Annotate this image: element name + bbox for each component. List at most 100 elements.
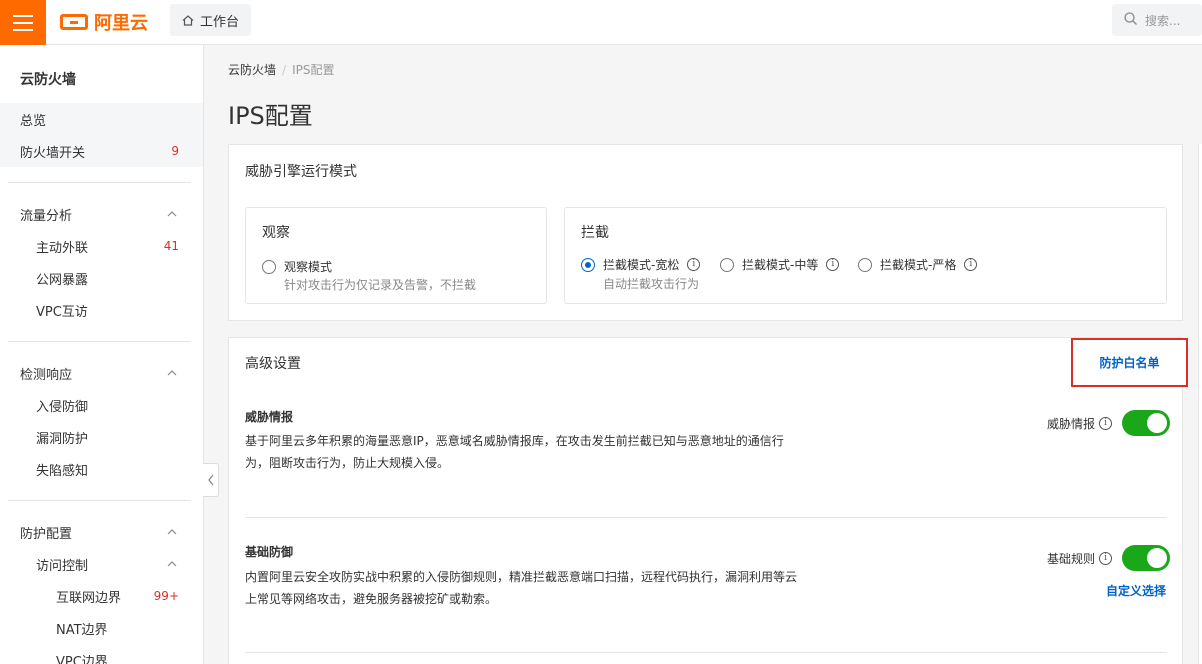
advanced-settings-card: 高级设置 威胁情报 基于阿里云多年积累的海量恶意IP，恶意域名威胁情报库，在攻击… bbox=[228, 337, 1183, 664]
info-icon[interactable]: i bbox=[1099, 416, 1113, 430]
sidebar-item-label: 检测响应 bbox=[20, 367, 73, 383]
engine-mode-title: 威胁引擎运行模式 bbox=[245, 164, 357, 180]
breadcrumb-current: IPS配置 bbox=[292, 63, 335, 77]
chevron-up-icon bbox=[167, 529, 177, 535]
brand-logo[interactable]: 阿里云 bbox=[60, 10, 148, 34]
radio-circle bbox=[720, 257, 734, 272]
divider bbox=[245, 652, 1167, 653]
sidebar-item-label: NAT边界 bbox=[56, 622, 108, 638]
sidebar-item-label: 流量分析 bbox=[20, 208, 73, 224]
workbench-label: 工作台 bbox=[200, 14, 240, 30]
breadcrumb-separator: / bbox=[282, 63, 287, 77]
sidebar-item-vpc-access[interactable]: VPC互访 bbox=[0, 294, 203, 326]
sidebar-item-label: 失陷感知 bbox=[36, 463, 89, 479]
radio-label: 拦截模式-中等 bbox=[742, 258, 819, 272]
sidebar-group-detection[interactable]: 检测响应 bbox=[0, 357, 203, 389]
sidebar-group-access-control[interactable]: 访问控制 bbox=[0, 548, 203, 580]
threat-intel-switch-row: 威胁情报 i bbox=[1047, 410, 1171, 436]
sidebar-group-traffic-analysis[interactable]: 流量分析 bbox=[0, 198, 203, 230]
brand-name: 阿里云 bbox=[94, 13, 148, 34]
breadcrumb-parent[interactable]: 云防火墙 bbox=[228, 63, 276, 77]
sidebar-item-label: 互联网边界 bbox=[56, 590, 122, 606]
sidebar-item-nat-border[interactable]: NAT边界 bbox=[0, 612, 203, 644]
sidebar-item-intrusion-prevention[interactable]: 入侵防御 bbox=[0, 389, 203, 421]
count-badge: 9 bbox=[171, 144, 179, 158]
sidebar-item-label: 总览 bbox=[20, 113, 47, 129]
sidebar-item-label: 防火墙开关 bbox=[20, 145, 86, 161]
info-icon[interactable]: i bbox=[687, 258, 701, 271]
radio-label: 拦截模式-宽松 bbox=[603, 258, 680, 272]
sidebar: 云防火墙 总览 防火墙开关 9 流量分析 主动外联 41 公网暴露 VPC互访 … bbox=[0, 45, 204, 664]
sidebar-item-label: VPC边界 bbox=[56, 654, 108, 664]
basic-defense-switch-row: 基础规则 i bbox=[1047, 545, 1171, 571]
top-bar: 阿里云 工作台 搜索... bbox=[0, 0, 1202, 45]
block-title: 拦截 bbox=[581, 225, 609, 241]
observe-box: 观察 观察模式 针对攻击行为仅记录及告警，不拦截 bbox=[245, 207, 547, 304]
search-input[interactable]: 搜索... bbox=[1112, 4, 1202, 36]
sidebar-item-label: 访问控制 bbox=[36, 558, 89, 574]
right-panel-edge bbox=[1198, 144, 1202, 664]
switch-label: 威胁情报 bbox=[1047, 416, 1096, 431]
observe-mode-radio[interactable]: 观察模式 bbox=[262, 258, 332, 275]
whitelist-label: 防护白名单 bbox=[1099, 356, 1160, 370]
sidebar-item-vpc-border[interactable]: VPC边界 bbox=[0, 644, 203, 664]
chevron-up-icon bbox=[167, 370, 177, 376]
search-placeholder: 搜索... bbox=[1145, 13, 1181, 28]
sidebar-item-compromise-detection[interactable]: 失陷感知 bbox=[0, 453, 203, 485]
sidebar-group-protection-config[interactable]: 防护配置 bbox=[0, 516, 203, 548]
custom-select-link[interactable]: 自定义选择 bbox=[1106, 582, 1166, 599]
chevron-up-icon bbox=[167, 561, 177, 567]
radio-circle bbox=[581, 257, 595, 272]
radio-label: 拦截模式-严格 bbox=[880, 258, 957, 272]
basic-defense-desc: 内置阿里云安全攻防实战中积累的入侵防御规则，精准拦截恶意端口扫描，远程代码执行，… bbox=[245, 570, 798, 606]
radio-label: 观察模式 bbox=[284, 260, 333, 274]
info-icon[interactable]: i bbox=[826, 258, 840, 271]
radio-circle bbox=[858, 257, 872, 272]
basic-defense-toggle[interactable] bbox=[1122, 545, 1171, 571]
radio-circle bbox=[262, 259, 276, 274]
basic-defense-title: 基础防御 bbox=[245, 545, 294, 559]
aliyun-logo-icon bbox=[60, 14, 88, 30]
block-box: 拦截 拦截模式-宽松 i 拦截模式-中等 i 拦截模式-严格 i 自动拦截攻击行… bbox=[564, 207, 1167, 304]
workbench-button[interactable]: 工作台 bbox=[170, 4, 252, 36]
info-icon[interactable]: i bbox=[1099, 551, 1113, 565]
sidebar-item-label: 入侵防御 bbox=[36, 399, 89, 415]
switch-label: 基础规则 bbox=[1047, 551, 1096, 566]
block-strict-radio[interactable]: 拦截模式-严格 i bbox=[858, 256, 978, 273]
chevron-left-icon bbox=[207, 474, 214, 486]
count-badge: 41 bbox=[163, 239, 179, 253]
sidebar-item-internet-border[interactable]: 互联网边界 99+ bbox=[0, 580, 203, 612]
page-title: IPS配置 bbox=[228, 102, 313, 130]
advanced-settings-title: 高级设置 bbox=[245, 356, 301, 372]
info-icon[interactable]: i bbox=[964, 258, 978, 271]
divider bbox=[8, 341, 191, 342]
divider bbox=[245, 517, 1167, 518]
sidebar-item-firewall-switch[interactable]: 防火墙开关 9 bbox=[0, 135, 203, 167]
divider bbox=[8, 182, 191, 183]
threat-intel-title: 威胁情报 bbox=[245, 410, 294, 424]
block-medium-radio[interactable]: 拦截模式-中等 i bbox=[720, 256, 840, 273]
sidebar-title: 云防火墙 bbox=[20, 72, 76, 88]
observe-desc: 针对攻击行为仅记录及告警，不拦截 bbox=[284, 278, 477, 292]
threat-intel-desc: 基于阿里云多年积累的海量恶意IP，恶意域名威胁情报库，在攻击发生前拦截已知与恶意… bbox=[245, 434, 784, 470]
engine-mode-card: 威胁引擎运行模式 观察 观察模式 针对攻击行为仅记录及告警，不拦截 拦截 拦截模… bbox=[228, 144, 1183, 321]
sidebar-item-overview[interactable]: 总览 bbox=[0, 103, 203, 135]
sidebar-item-label: VPC互访 bbox=[36, 304, 88, 320]
sidebar-item-label: 防护配置 bbox=[20, 526, 73, 542]
sidebar-item-label: 主动外联 bbox=[36, 240, 89, 256]
protection-whitelist-link[interactable]: 防护白名单 bbox=[1071, 338, 1188, 387]
search-icon bbox=[1124, 12, 1137, 28]
chevron-up-icon bbox=[167, 211, 177, 217]
sidebar-item-public-exposure[interactable]: 公网暴露 bbox=[0, 262, 203, 294]
block-loose-radio[interactable]: 拦截模式-宽松 i bbox=[581, 256, 701, 273]
count-badge: 99+ bbox=[153, 589, 179, 603]
menu-icon[interactable] bbox=[0, 0, 46, 45]
divider bbox=[8, 500, 191, 501]
sidebar-collapse-button[interactable] bbox=[203, 463, 219, 497]
sidebar-item-vuln-protection[interactable]: 漏洞防护 bbox=[0, 421, 203, 453]
sidebar-item-outbound[interactable]: 主动外联 41 bbox=[0, 230, 203, 262]
sidebar-item-label: 公网暴露 bbox=[36, 272, 89, 288]
threat-intel-toggle[interactable] bbox=[1122, 410, 1171, 436]
home-icon bbox=[182, 14, 194, 26]
observe-title: 观察 bbox=[262, 225, 290, 241]
